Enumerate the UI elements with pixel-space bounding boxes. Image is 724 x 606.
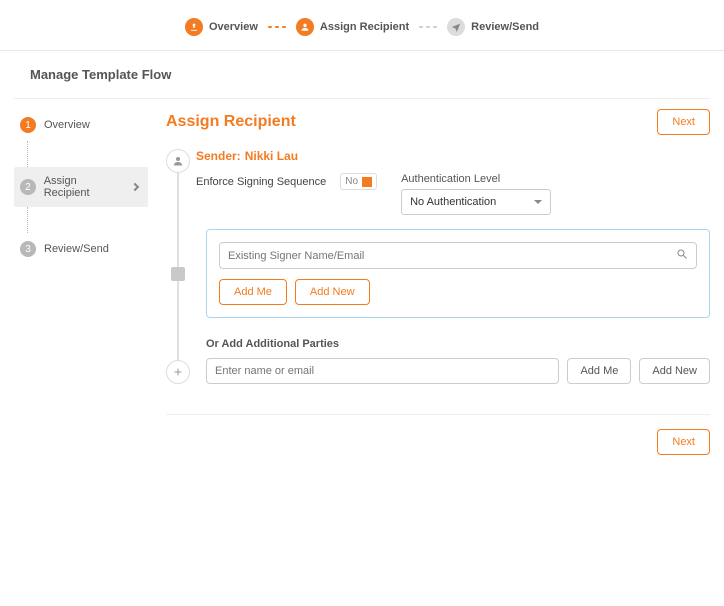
next-button-bottom[interactable]: Next	[657, 429, 710, 455]
additional-parties-heading: Or Add Additional Parties	[206, 338, 710, 350]
section-divider	[166, 414, 710, 415]
wizard-sidebar: 1 Overview 2 Assign Recipient 3 Review/S…	[14, 109, 148, 455]
side-connector	[27, 141, 148, 167]
sidebar-item-review[interactable]: 3 Review/Send	[14, 233, 148, 265]
step-assign[interactable]: Assign Recipient	[296, 18, 409, 36]
sender-label: Sender:	[196, 149, 241, 163]
party-add-me-button[interactable]: Add Me	[567, 358, 631, 384]
signer-node-icon	[171, 267, 185, 281]
chevron-right-icon	[131, 183, 139, 191]
signer-add-me-button[interactable]: Add Me	[219, 279, 287, 305]
enforce-sequence-label: Enforce Signing Sequence	[196, 176, 326, 188]
add-party-node-icon[interactable]	[166, 360, 190, 384]
side-connector	[27, 207, 148, 233]
person-icon	[296, 18, 314, 36]
step-number: 3	[20, 241, 36, 257]
party-name-input[interactable]	[206, 358, 559, 384]
main-panel: Assign Recipient Next Sender: Nikki Lau	[148, 109, 710, 455]
step-overview-label: Overview	[209, 21, 258, 33]
connector-2	[419, 26, 437, 28]
sidebar-item-label: Assign Recipient	[44, 175, 124, 199]
step-number: 2	[20, 179, 36, 195]
auth-level-select[interactable]: No Authentication	[401, 189, 551, 215]
enforce-sequence-toggle[interactable]: No	[340, 173, 377, 190]
chevron-down-icon	[534, 200, 542, 204]
recipient-timeline: Sender: Nikki Lau Enforce Signing Sequen…	[166, 149, 710, 384]
connector-1	[268, 26, 286, 28]
step-assign-label: Assign Recipient	[320, 21, 409, 33]
toggle-value: No	[345, 176, 358, 187]
step-overview[interactable]: Overview	[185, 18, 258, 36]
send-icon	[447, 18, 465, 36]
step-review-label: Review/Send	[471, 21, 539, 33]
sidebar-item-overview[interactable]: 1 Overview	[14, 109, 148, 141]
sidebar-item-label: Review/Send	[44, 243, 109, 255]
sidebar-item-label: Overview	[44, 119, 90, 131]
section-title: Assign Recipient	[166, 113, 296, 131]
signer-add-new-button[interactable]: Add New	[295, 279, 370, 305]
sender-name: Nikki Lau	[245, 149, 298, 163]
party-add-new-button[interactable]: Add New	[639, 358, 710, 384]
step-review[interactable]: Review/Send	[447, 18, 539, 36]
sidebar-item-assign[interactable]: 2 Assign Recipient	[14, 167, 148, 207]
step-number: 1	[20, 117, 36, 133]
next-button-top[interactable]: Next	[657, 109, 710, 135]
search-icon	[676, 248, 688, 263]
page-title: Manage Template Flow	[14, 51, 710, 99]
auth-level-value: No Authentication	[410, 196, 496, 208]
auth-level-label: Authentication Level	[401, 173, 551, 185]
signer-search-input[interactable]	[228, 250, 670, 262]
signer-search[interactable]	[219, 242, 697, 269]
upload-icon	[185, 18, 203, 36]
progress-stepper: Overview Assign Recipient Review/Send	[0, 0, 724, 51]
sender-node-icon	[166, 149, 190, 173]
signer-search-box: Add Me Add New	[206, 229, 710, 318]
toggle-handle-icon	[362, 177, 372, 187]
